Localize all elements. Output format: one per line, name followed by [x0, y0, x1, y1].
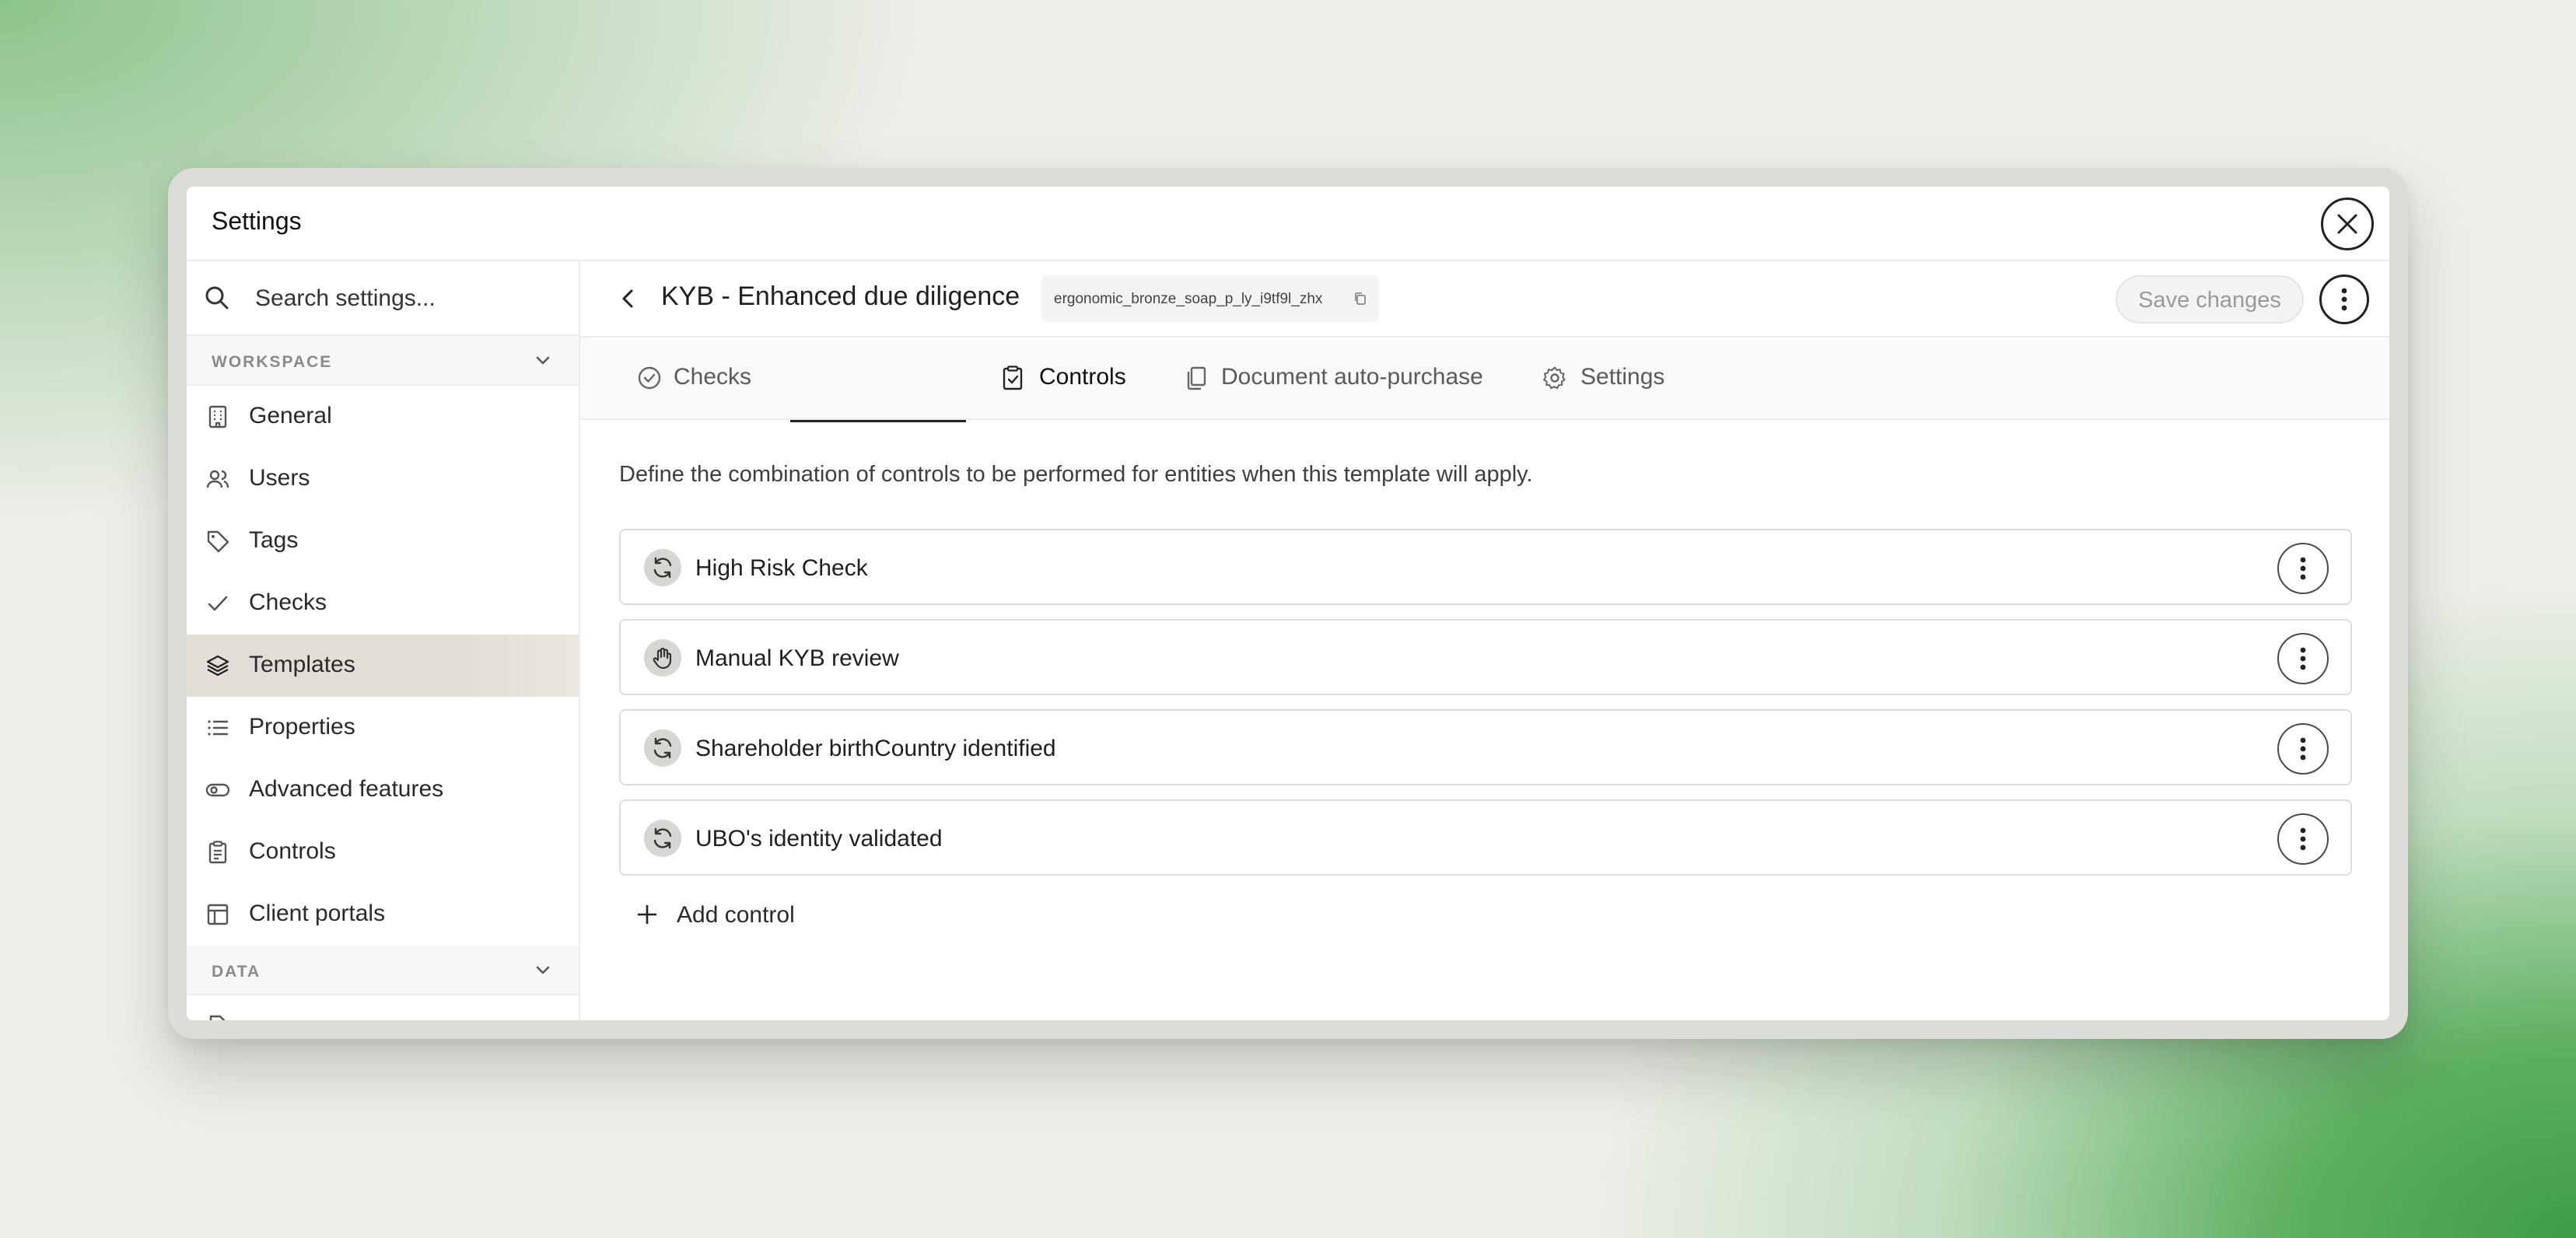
tab-document-auto-purchase[interactable]: Document auto-purchase [1184, 337, 1510, 418]
sidebar-item-label: Properties [249, 714, 355, 740]
section-label: DATA [212, 963, 261, 981]
layout-icon [207, 904, 229, 925]
controls-description: Define the combination of controls to be… [619, 462, 1533, 487]
sidebar-item-label: Client portals [249, 901, 386, 926]
back-arrow-icon[interactable] [614, 285, 642, 313]
close-button[interactable] [2321, 198, 2374, 250]
sidebar-item-label: Users [249, 465, 310, 491]
toggle-icon [205, 783, 230, 797]
template-id-chip[interactable]: ergonomic_bronze_soap_p_ly_i9tf9l_zhx [1041, 275, 1379, 322]
more-vertical-icon [2300, 827, 2306, 851]
tab-label: Checks [674, 364, 752, 390]
control-type-badge [644, 729, 681, 767]
control-type-badge [644, 549, 681, 586]
clipboard-check-icon [1003, 365, 1023, 390]
gear-icon [1543, 366, 1566, 390]
template-id: ergonomic_bronze_soap_p_ly_i9tf9l_zhx [1054, 291, 1323, 307]
search-input[interactable] [254, 278, 560, 319]
sidebar-item-templates[interactable]: Templates [187, 635, 579, 697]
clipboard-icon [208, 841, 227, 864]
control-row[interactable]: UBO's identity validated [619, 799, 2352, 876]
section-header-workspace[interactable]: WORKSPACE [187, 336, 579, 386]
users-icon [206, 470, 229, 488]
chevron-down-icon [536, 356, 550, 365]
check-icon [208, 596, 228, 611]
sidebar-item-general[interactable]: General [187, 386, 579, 448]
refresh-icon [653, 737, 672, 759]
template-more-button[interactable] [2319, 275, 2369, 324]
sidebar-search [187, 261, 579, 336]
control-label: UBO's identity validated [695, 826, 943, 852]
sidebar-item-users[interactable]: Users [187, 448, 579, 510]
template-title: KYB - Enhanced due diligence [661, 282, 1020, 311]
tab-checks[interactable]: Checks [636, 337, 761, 418]
search-icon [205, 286, 229, 310]
active-tab-indicator [790, 420, 966, 422]
sidebar-item-label: General [249, 403, 332, 428]
settings-sidebar: WORKSPACE General Users Tags Checks Temp… [187, 261, 580, 1020]
plus-icon [637, 904, 657, 925]
sidebar-item-tags[interactable]: Tags [187, 510, 579, 572]
tab-label: Settings [1580, 364, 1665, 390]
control-more-button[interactable] [2277, 633, 2329, 684]
more-vertical-icon [2300, 557, 2306, 580]
chevron-down-icon [536, 966, 550, 974]
add-control-label: Add control [677, 902, 795, 928]
section-header-data[interactable]: DATA [187, 946, 579, 995]
sidebar-item-label: Templates [249, 652, 355, 677]
sidebar-item-controls[interactable]: Controls [187, 821, 579, 883]
control-row[interactable]: Manual KYB review [619, 619, 2352, 695]
layers-icon [206, 655, 229, 677]
document-icon [209, 1015, 226, 1020]
control-row[interactable]: Shareholder birthCountry identified [619, 709, 2352, 785]
tab-label: Controls [1039, 364, 1126, 390]
control-more-button[interactable] [2277, 813, 2329, 865]
sidebar-item-label: Tags [249, 527, 299, 553]
sidebar-item-label: Advanced features [249, 776, 444, 802]
control-row[interactable]: High Risk Check [619, 529, 2352, 605]
tab-controls[interactable]: Controls [1000, 337, 1140, 418]
window-title: Settings [212, 207, 302, 235]
section-label: WORKSPACE [212, 353, 333, 371]
refresh-icon [653, 827, 672, 849]
refresh-icon [653, 557, 672, 579]
sidebar-item-checks[interactable]: Checks [187, 572, 579, 635]
save-changes-button[interactable]: Save changes [2116, 275, 2304, 323]
sidebar-item-clipped[interactable] [187, 995, 579, 1020]
building-icon [208, 405, 227, 428]
sidebar-item-properties[interactable]: Properties [187, 697, 579, 759]
template-tabs: Checks Controls Document auto-purchase S… [580, 337, 2389, 420]
control-type-badge [644, 820, 681, 857]
more-vertical-icon [2341, 288, 2347, 311]
control-more-button[interactable] [2277, 543, 2329, 594]
control-label: High Risk Check [695, 555, 868, 581]
copy-icon[interactable] [1353, 291, 1368, 306]
control-more-button[interactable] [2277, 723, 2329, 775]
hand-icon [653, 647, 672, 670]
documents-icon [1187, 366, 1206, 390]
sidebar-item-label: Controls [249, 838, 336, 864]
more-vertical-icon [2300, 647, 2306, 670]
tab-label: Document auto-purchase [1221, 364, 1483, 390]
control-type-badge [644, 639, 681, 677]
window-header: Settings [187, 187, 2389, 261]
control-label: Shareholder birthCountry identified [695, 736, 1056, 761]
tab-settings[interactable]: Settings [1542, 337, 1682, 418]
template-header: KYB - Enhanced due diligence ergonomic_b… [580, 261, 2389, 337]
sidebar-item-label: Checks [249, 589, 327, 615]
close-icon [2337, 214, 2357, 234]
more-vertical-icon [2300, 737, 2306, 761]
sidebar-item-advanced-features[interactable]: Advanced features [187, 759, 579, 821]
check-circle-icon [638, 366, 661, 390]
list-icon [208, 720, 229, 736]
control-label: Manual KYB review [695, 645, 899, 671]
tag-icon [207, 530, 229, 553]
sidebar-item-client-portals[interactable]: Client portals [187, 883, 579, 946]
